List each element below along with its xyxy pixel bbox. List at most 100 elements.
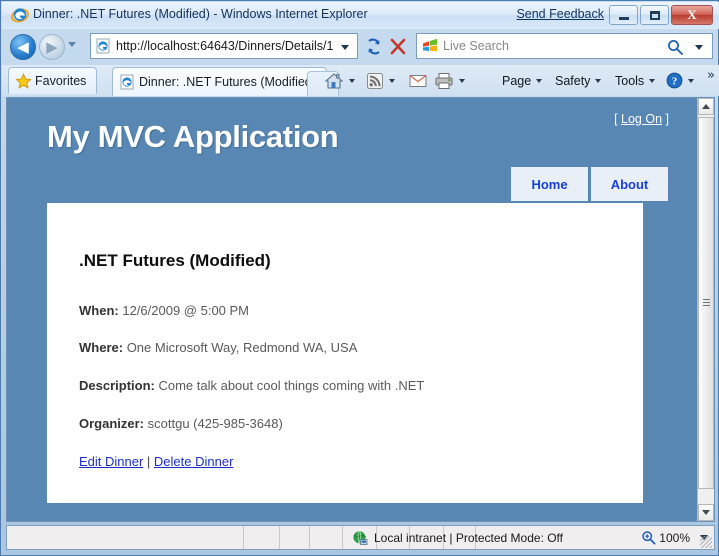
content-panel: .NET Futures (Modified) When: 12/6/2009 … xyxy=(47,203,643,503)
resize-grip[interactable] xyxy=(700,536,712,548)
globe-icon xyxy=(352,530,368,546)
address-bar[interactable]: http://localhost:64643/Dinners/Details/1 xyxy=(90,33,358,59)
forward-arrow-icon: ▶ xyxy=(40,35,64,59)
page-favicon-icon xyxy=(119,74,135,90)
internet-explorer-icon xyxy=(11,6,29,24)
nav-item-about-label: About xyxy=(611,177,649,192)
tab-bar: Favorites Dinner: .NET Futures (Modified… xyxy=(2,65,719,96)
security-zone-label: Local intranet | Protected Mode: Off xyxy=(374,531,563,545)
logon-link[interactable]: Log On xyxy=(621,112,662,126)
delete-dinner-link[interactable]: Delete Dinner xyxy=(154,454,234,469)
favorites-button[interactable]: Favorites xyxy=(8,67,97,94)
nav-item-home[interactable]: Home xyxy=(511,167,588,201)
logon-bracket-open: [ xyxy=(614,112,621,126)
scroll-up-button[interactable] xyxy=(698,98,714,115)
favorites-label: Favorites xyxy=(35,74,86,88)
field-when-label: When: xyxy=(79,303,119,318)
field-organizer-label: Organizer: xyxy=(79,416,144,431)
page-scrollbar[interactable] xyxy=(697,98,714,521)
logon-area: [ Log On ] xyxy=(614,112,669,126)
action-links: Edit Dinner | Delete Dinner xyxy=(79,454,233,469)
status-segment xyxy=(280,526,310,549)
minimize-button[interactable] xyxy=(609,5,638,25)
status-bar: Local intranet | Protected Mode: Off 100… xyxy=(6,525,715,550)
chevron-down-icon xyxy=(349,79,355,83)
triangle-up-icon xyxy=(702,104,710,109)
read-mail-button[interactable] xyxy=(409,69,427,92)
search-placeholder: Live Search xyxy=(443,39,509,53)
zoom-level-label: 100% xyxy=(659,531,690,545)
page-favicon-icon xyxy=(95,38,111,54)
page-menu-label: Page xyxy=(502,74,531,88)
field-description-value: Come talk about cool things coming with … xyxy=(158,378,424,393)
tools-menu-label: Tools xyxy=(615,74,644,88)
navigation-toolbar: ◀ ▶ http://localhost:64643/Dinners/Detai… xyxy=(2,29,719,64)
close-x-icon xyxy=(386,35,410,58)
print-button[interactable] xyxy=(434,69,465,92)
help-icon: ? xyxy=(666,72,683,89)
close-icon: X xyxy=(672,6,712,24)
web-page: My MVC Application [ Log On ] Home About… xyxy=(7,98,699,521)
field-when: When: 12/6/2009 @ 5:00 PM xyxy=(79,303,249,318)
field-description-label: Description: xyxy=(79,378,155,393)
dinner-title: .NET Futures (Modified) xyxy=(79,251,271,271)
chevron-down-icon xyxy=(536,79,542,83)
security-zone[interactable]: Local intranet | Protected Mode: Off xyxy=(352,526,563,549)
browser-viewport: My MVC Application [ Log On ] Home About… xyxy=(6,97,715,522)
title-bar: Dinner: .NET Futures (Modified) - Window… xyxy=(2,2,719,29)
field-where: Where: One Microsoft Way, Redmond WA, US… xyxy=(79,340,357,355)
send-feedback-link[interactable]: Send Feedback xyxy=(516,7,604,21)
printer-icon xyxy=(434,72,454,90)
search-chevron-down-icon[interactable] xyxy=(695,45,703,50)
windows-logo-icon xyxy=(422,39,438,55)
home-button[interactable] xyxy=(324,69,355,92)
triangle-down-icon xyxy=(702,510,710,515)
help-menu[interactable]: ? xyxy=(666,69,694,92)
tools-menu[interactable]: Tools xyxy=(615,69,655,92)
zoom-control[interactable]: 100% xyxy=(641,526,708,549)
minimize-icon xyxy=(610,6,637,24)
safety-menu[interactable]: Safety xyxy=(555,69,601,92)
address-chevron-down-icon[interactable] xyxy=(341,45,349,50)
status-segment xyxy=(244,526,280,549)
field-description: Description: Come talk about cool things… xyxy=(79,378,424,393)
back-button[interactable]: ◀ xyxy=(10,34,36,60)
nav-item-home-label: Home xyxy=(531,177,567,192)
page-menu[interactable]: Page xyxy=(502,69,542,92)
search-box[interactable]: Live Search xyxy=(416,33,713,59)
safety-menu-label: Safety xyxy=(555,74,590,88)
toolbar-overflow-button[interactable]: » xyxy=(707,68,715,83)
forward-button[interactable]: ▶ xyxy=(39,34,65,60)
refresh-button[interactable] xyxy=(362,35,386,58)
browser-tab[interactable]: Dinner: .NET Futures (Modified) xyxy=(112,67,327,96)
star-icon xyxy=(15,73,32,90)
feeds-button[interactable] xyxy=(366,69,395,92)
chevron-down-icon xyxy=(459,79,465,83)
browser-window: Dinner: .NET Futures (Modified) - Window… xyxy=(0,0,719,556)
browser-tab-label: Dinner: .NET Futures (Modified) xyxy=(139,75,316,89)
field-where-value: One Microsoft Way, Redmond WA, USA xyxy=(127,340,358,355)
address-text: http://localhost:64643/Dinners/Details/1 xyxy=(116,39,334,53)
home-icon xyxy=(324,71,344,90)
scrollbar-grip-icon xyxy=(703,299,710,307)
scroll-down-button[interactable] xyxy=(698,504,714,521)
search-icon[interactable] xyxy=(666,38,684,56)
status-segment xyxy=(310,526,343,549)
maximize-icon xyxy=(641,6,668,24)
edit-dinner-link[interactable]: Edit Dinner xyxy=(79,454,143,469)
close-button[interactable]: X xyxy=(671,5,713,25)
maximize-button[interactable] xyxy=(640,5,669,25)
mail-icon xyxy=(409,73,427,88)
nav-item-about[interactable]: About xyxy=(591,167,668,201)
chevron-down-icon xyxy=(688,79,694,83)
chevron-down-icon xyxy=(389,79,395,83)
rss-icon xyxy=(366,72,384,90)
recent-pages-chevron-down-icon[interactable] xyxy=(68,42,76,47)
refresh-icon xyxy=(362,35,386,58)
logon-bracket-close: ] xyxy=(662,112,669,126)
stop-button[interactable] xyxy=(386,35,410,58)
scrollbar-thumb[interactable] xyxy=(698,117,714,489)
field-when-value: 12/6/2009 @ 5:00 PM xyxy=(122,303,249,318)
site-nav: Home About xyxy=(511,167,668,201)
back-arrow-icon: ◀ xyxy=(11,35,35,59)
